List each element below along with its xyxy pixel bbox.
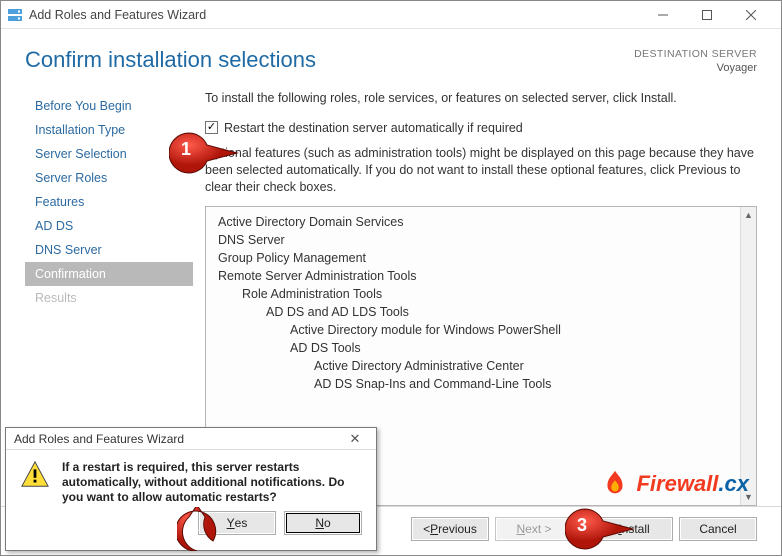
next-button: Next >: [495, 517, 573, 541]
no-button[interactable]: No: [284, 511, 362, 535]
restart-checkbox-label: Restart the destination server automatic…: [224, 121, 523, 135]
nav-dns-server[interactable]: DNS Server: [25, 238, 193, 262]
maximize-button[interactable]: [685, 1, 729, 29]
warning-icon: [20, 460, 50, 490]
scroll-down-icon[interactable]: ▼: [741, 489, 756, 505]
server-manager-icon: [7, 7, 23, 23]
cancel-button[interactable]: Cancel: [679, 517, 757, 541]
restart-confirm-dialog: Add Roles and Features Wizard ✕ If a res…: [5, 427, 377, 551]
dialog-text: If a restart is required, this server re…: [62, 460, 362, 505]
destination-label: DESTINATION SERVER: [634, 47, 757, 61]
nav-results: Results: [25, 286, 193, 310]
scrollbar[interactable]: ▲ ▼: [740, 207, 756, 505]
page-heading: Confirm installation selections: [25, 47, 316, 76]
feature-item: Role Administration Tools: [218, 285, 738, 303]
previous-button[interactable]: < Previous: [411, 517, 489, 541]
scroll-up-icon[interactable]: ▲: [741, 207, 756, 223]
nav-server-roles[interactable]: Server Roles: [25, 166, 193, 190]
feature-item: Active Directory module for Windows Powe…: [218, 321, 738, 339]
feature-item: DNS Server: [218, 231, 738, 249]
feature-item: Active Directory Domain Services: [218, 213, 738, 231]
close-button[interactable]: [729, 1, 773, 29]
minimize-button[interactable]: [641, 1, 685, 29]
optional-note: Optional features (such as administratio…: [205, 145, 757, 196]
nav-before-you-begin[interactable]: Before You Begin: [25, 94, 193, 118]
nav-ad-ds[interactable]: AD DS: [25, 214, 193, 238]
dialog-close-button[interactable]: ✕: [338, 431, 372, 447]
feature-item: Remote Server Administration Tools: [218, 267, 738, 285]
yes-button[interactable]: Yes: [198, 511, 276, 535]
feature-item: Active Directory Administrative Center: [218, 357, 738, 375]
nav-features[interactable]: Features: [25, 190, 193, 214]
feature-item: AD DS Tools: [218, 339, 738, 357]
nav-confirmation[interactable]: Confirmation: [25, 262, 193, 286]
feature-item: Group Policy Management: [218, 249, 738, 267]
destination-server-name: Voyager: [634, 61, 757, 76]
feature-item: AD DS and AD LDS Tools: [218, 303, 738, 321]
restart-checkbox[interactable]: [205, 121, 218, 134]
install-button[interactable]: Install: [595, 517, 673, 541]
feature-item: AD DS Snap-Ins and Command-Line Tools: [218, 375, 738, 393]
dialog-title: Add Roles and Features Wizard: [14, 432, 184, 446]
nav-installation-type[interactable]: Installation Type: [25, 118, 193, 142]
intro-text: To install the following roles, role ser…: [205, 90, 757, 107]
window-title: Add Roles and Features Wizard: [29, 8, 206, 22]
nav-server-selection[interactable]: Server Selection: [25, 142, 193, 166]
titlebar: Add Roles and Features Wizard: [1, 1, 781, 29]
